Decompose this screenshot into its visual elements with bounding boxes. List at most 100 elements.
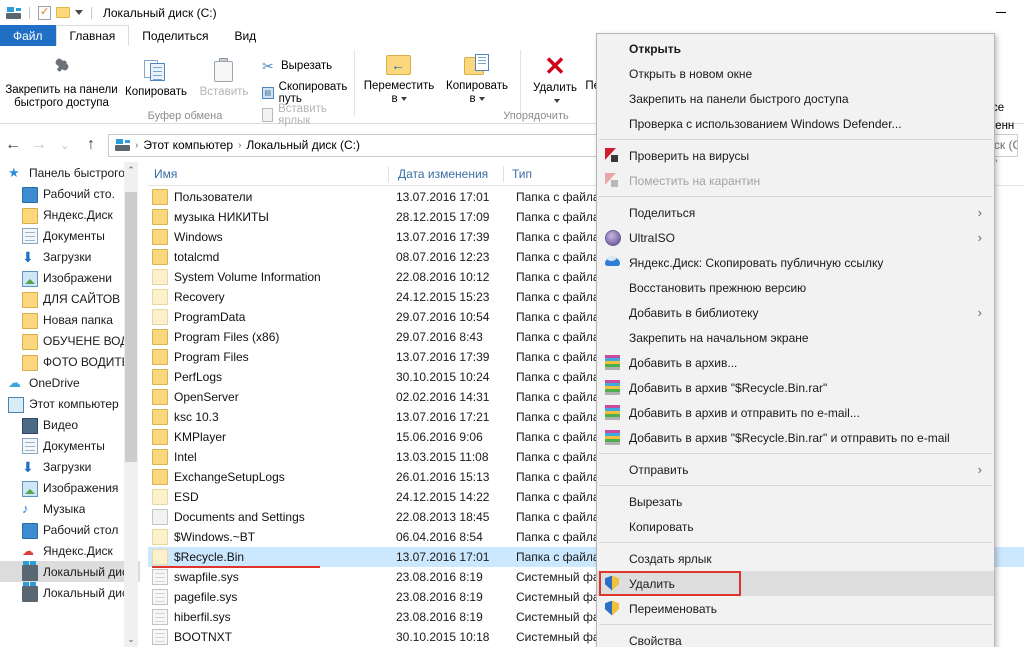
chevron-right-icon: ›	[977, 305, 982, 320]
copy-button[interactable]: Копировать	[120, 58, 192, 99]
back-button[interactable]: ←	[0, 132, 26, 158]
forward-button[interactable]: →	[26, 132, 52, 158]
explorer-window: Локальный диск (C:) Файл Главная Поделит…	[0, 0, 1024, 647]
menu-item-24[interactable]: Создать ярлык	[597, 546, 994, 571]
column-header-name[interactable]: Имя	[154, 167, 177, 181]
menu-item-26[interactable]: Переименовать	[597, 596, 994, 621]
menu-item-label: Свойства	[629, 633, 682, 647]
breadcrumb-this-pc[interactable]: Этот компьютер	[143, 138, 233, 152]
sidebar-item-3[interactable]: Документы⚲	[0, 225, 140, 246]
menu-item-22[interactable]: Копировать	[597, 514, 994, 539]
menu-item-10[interactable]: Яндекс.Диск: Скопировать публичную ссылк…	[597, 250, 994, 275]
scrollbar-thumb[interactable]	[125, 192, 137, 462]
uac-shield-icon	[605, 601, 621, 617]
menu-item-16[interactable]: Добавить в архив и отправить по e-mail..…	[597, 400, 994, 425]
menu-item-8[interactable]: Поделиться ›	[597, 200, 994, 225]
sidebar-item-13[interactable]: Документы	[0, 435, 140, 456]
menu-item-3[interactable]: Проверка с использованием Windows Defend…	[597, 111, 994, 136]
sidebar-item-11[interactable]: Этот компьютер	[0, 393, 140, 414]
menu-item-28[interactable]: Свойства	[597, 628, 994, 647]
menu-item-0[interactable]: Открыть	[597, 36, 994, 61]
column-header-date[interactable]: Дата изменения	[398, 167, 488, 181]
sidebar-item-label: Яндекс.Диск	[43, 543, 113, 558]
chevron-right-icon: ›	[977, 205, 982, 220]
breadcrumb-separator-2[interactable]: ›	[238, 140, 241, 151]
sidebar-item-19[interactable]: Локальный дис	[0, 561, 140, 582]
tab-view[interactable]: Вид	[221, 25, 269, 46]
column-header-type[interactable]: Тип	[512, 167, 532, 181]
cut-button[interactable]: ✂ Вырезать	[262, 59, 332, 73]
sidebar-item-1[interactable]: Рабочий сто.⚲	[0, 183, 140, 204]
delete-label: Удалить	[533, 82, 577, 94]
file-name: ProgramData	[174, 310, 246, 324]
menu-item-17[interactable]: Добавить в архив "$Recycle.Bin.rar" и от…	[597, 425, 994, 450]
menu-item-19[interactable]: Отправить ›	[597, 457, 994, 482]
menu-item-12[interactable]: Добавить в библиотеку ›	[597, 300, 994, 325]
chevron-down-icon-3[interactable]	[553, 98, 560, 103]
sidebar-item-0[interactable]: ★ Панель быстрого	[0, 162, 140, 183]
menu-item-25[interactable]: Удалить	[597, 571, 994, 596]
tab-file[interactable]: Файл	[0, 25, 56, 46]
menu-item-13[interactable]: Закрепить на начальном экране	[597, 325, 994, 350]
sidebar-item-6[interactable]: ДЛЯ САЙТОВ	[0, 288, 140, 309]
customize-caret-icon[interactable]	[75, 10, 83, 15]
copy-to-button[interactable]: Копировать в	[438, 54, 516, 106]
sidebar-item-12[interactable]: Видео	[0, 414, 140, 435]
folder-icon	[152, 189, 168, 205]
tab-share[interactable]: Поделиться	[129, 25, 221, 46]
copy-label: Копировать	[125, 86, 187, 98]
copy-path-button[interactable]: ▤ Скопировать путь	[262, 81, 355, 105]
menu-item-14[interactable]: Добавить в архив...	[597, 350, 994, 375]
breadcrumb-local-disk[interactable]: Локальный диск (C:)	[246, 138, 360, 152]
sidebar-item-15[interactable]: Изображения	[0, 477, 140, 498]
menu-item-9[interactable]: UltraISO ›	[597, 225, 994, 250]
qat-divider-2	[91, 6, 92, 19]
sidebar-item-17[interactable]: Рабочий стол	[0, 519, 140, 540]
chevron-down-icon[interactable]	[400, 96, 407, 101]
menu-separator	[599, 542, 992, 543]
tab-home[interactable]: Главная	[55, 25, 130, 46]
new-folder-icon[interactable]	[56, 7, 70, 18]
sidebar-item-20[interactable]: Локальный дис	[0, 582, 140, 603]
menu-item-label: Добавить в библиотеку	[629, 305, 759, 320]
up-button[interactable]: ↑	[78, 132, 104, 158]
navigation-scrollbar[interactable]: ⌃ ⌄	[124, 162, 138, 647]
sidebar-item-2[interactable]: Яндекс.Диск⚲	[0, 204, 140, 225]
pin-to-quick-access-button[interactable]: Закрепить на панели быстрого доступа	[4, 58, 119, 110]
column-divider-2[interactable]	[503, 166, 504, 182]
menu-item-5[interactable]: Проверить на вирусы	[597, 143, 994, 168]
sidebar-item-7[interactable]: Новая папка	[0, 309, 140, 330]
menu-item-2[interactable]: Закрепить на панели быстрого доступа	[597, 86, 994, 111]
sidebar-item-label: Панель быстрого	[29, 165, 125, 180]
column-divider-1[interactable]	[388, 166, 389, 182]
minimize-button[interactable]	[978, 0, 1024, 25]
menu-item-1[interactable]: Открыть в новом окне	[597, 61, 994, 86]
menu-item-15[interactable]: Добавить в архив "$Recycle.Bin.rar"	[597, 375, 994, 400]
recent-locations-button[interactable]: ⌄	[52, 132, 78, 158]
scroll-down-icon[interactable]: ⌄	[124, 631, 138, 647]
paste-button[interactable]: Вставить	[192, 58, 256, 99]
scroll-up-icon[interactable]: ⌃	[124, 162, 138, 178]
breadcrumb-separator-1[interactable]: ›	[135, 140, 138, 151]
menu-item-21[interactable]: Вырезать	[597, 489, 994, 514]
sidebar-item-label: Локальный дис	[43, 564, 128, 579]
chevron-right-icon: ›	[977, 230, 982, 245]
sidebar-item-4[interactable]: ⬇Загрузки⚲	[0, 246, 140, 267]
sidebar-item-10[interactable]: ☁ OneDrive	[0, 372, 140, 393]
sidebar-item-8[interactable]: ОБУЧЕНЕ ВОДИ	[0, 330, 140, 351]
sidebar-item-label: Видео	[43, 417, 79, 432]
folder-icon	[152, 309, 168, 325]
chevron-down-icon-2[interactable]	[478, 96, 485, 101]
sidebar-item-label: ОБУЧЕНЕ ВОДИ	[43, 333, 137, 348]
menu-item-no-icon	[605, 116, 621, 132]
sidebar-item-18[interactable]: ☁ Яндекс.Диск	[0, 540, 140, 561]
sidebar-item-14[interactable]: ⬇ Загрузки	[0, 456, 140, 477]
drive-icon[interactable]	[6, 6, 21, 19]
properties-icon[interactable]	[38, 5, 51, 20]
move-to-button[interactable]: ← Переместить в	[360, 54, 438, 106]
sidebar-item-16[interactable]: ♪ Музыка	[0, 498, 140, 519]
menu-item-11[interactable]: Восстановить прежнюю версию	[597, 275, 994, 300]
delete-button[interactable]: ✕ Удалить	[524, 53, 586, 108]
sidebar-item-5[interactable]: Изображени⚲	[0, 267, 140, 288]
sidebar-item-9[interactable]: ФОТО ВОДИТЕЛ	[0, 351, 140, 372]
